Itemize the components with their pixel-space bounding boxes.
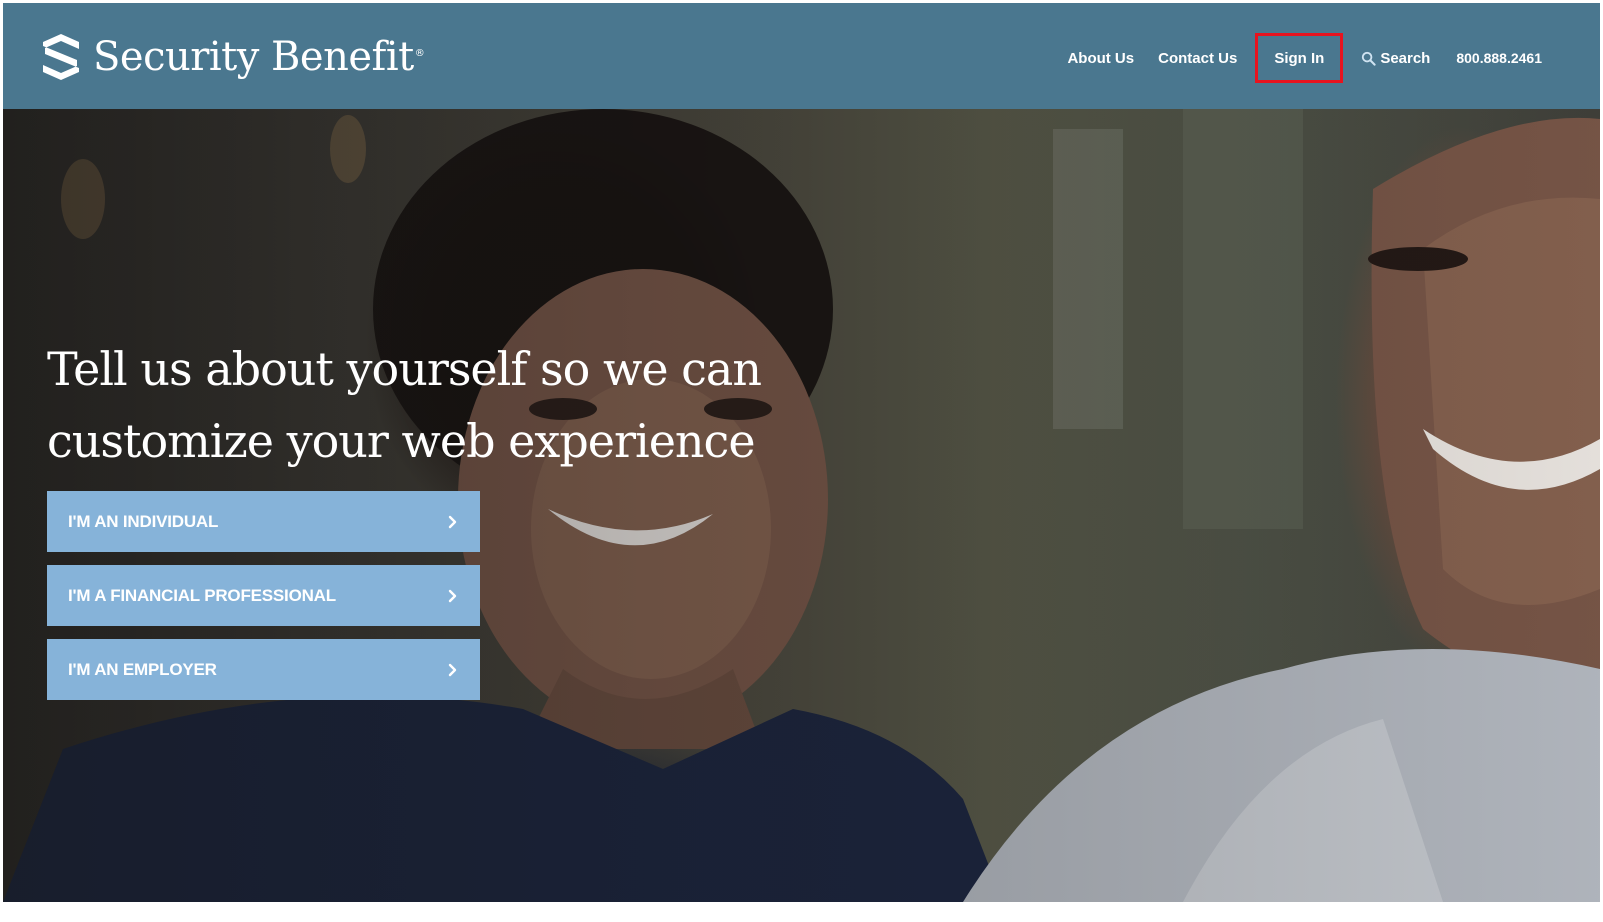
top-nav: About Us Contact Us Sign In Search 800.8… <box>1055 33 1542 83</box>
nav-search[interactable]: Search <box>1349 38 1442 78</box>
hero-title: Tell us about yourself so we can customi… <box>47 342 762 468</box>
phone-number[interactable]: 800.888.2461 <box>1442 50 1542 66</box>
brand-name: Security Benefit® <box>93 34 425 80</box>
brand-logo[interactable]: Security Benefit® <box>39 29 425 85</box>
nav-contact-us[interactable]: Contact Us <box>1146 38 1249 78</box>
individual-button-label: I'M AN INDIVIDUAL <box>68 511 219 531</box>
search-icon <box>1362 51 1376 66</box>
hero-content: Tell us about yourself so we can customi… <box>47 333 807 700</box>
nav-search-label: Search <box>1380 49 1431 67</box>
hero-section: Tell us about yourself so we can customi… <box>3 109 1600 902</box>
chevron-right-icon <box>448 663 457 676</box>
brand-registered-mark: ® <box>414 47 425 59</box>
page: Security Benefit® About Us Contact Us Si… <box>0 0 1603 922</box>
frame-bottom <box>0 902 1603 922</box>
security-benefit-logo-icon <box>43 34 79 80</box>
employer-button-label: I'M AN EMPLOYER <box>68 659 217 679</box>
employer-button[interactable]: I'M AN EMPLOYER <box>47 639 480 700</box>
audience-options: I'M AN INDIVIDUAL I'M A FINANCIAL PROFES… <box>47 491 807 700</box>
individual-button[interactable]: I'M AN INDIVIDUAL <box>47 491 480 552</box>
nav-sign-in[interactable]: Sign In <box>1255 33 1344 83</box>
financial-professional-button-label: I'M A FINANCIAL PROFESSIONAL <box>68 585 336 605</box>
financial-professional-button[interactable]: I'M A FINANCIAL PROFESSIONAL <box>47 565 480 626</box>
nav-about-us[interactable]: About Us <box>1055 38 1146 78</box>
chevron-right-icon <box>448 589 457 602</box>
site-header: Security Benefit® About Us Contact Us Si… <box>3 3 1600 109</box>
chevron-right-icon <box>448 515 457 528</box>
